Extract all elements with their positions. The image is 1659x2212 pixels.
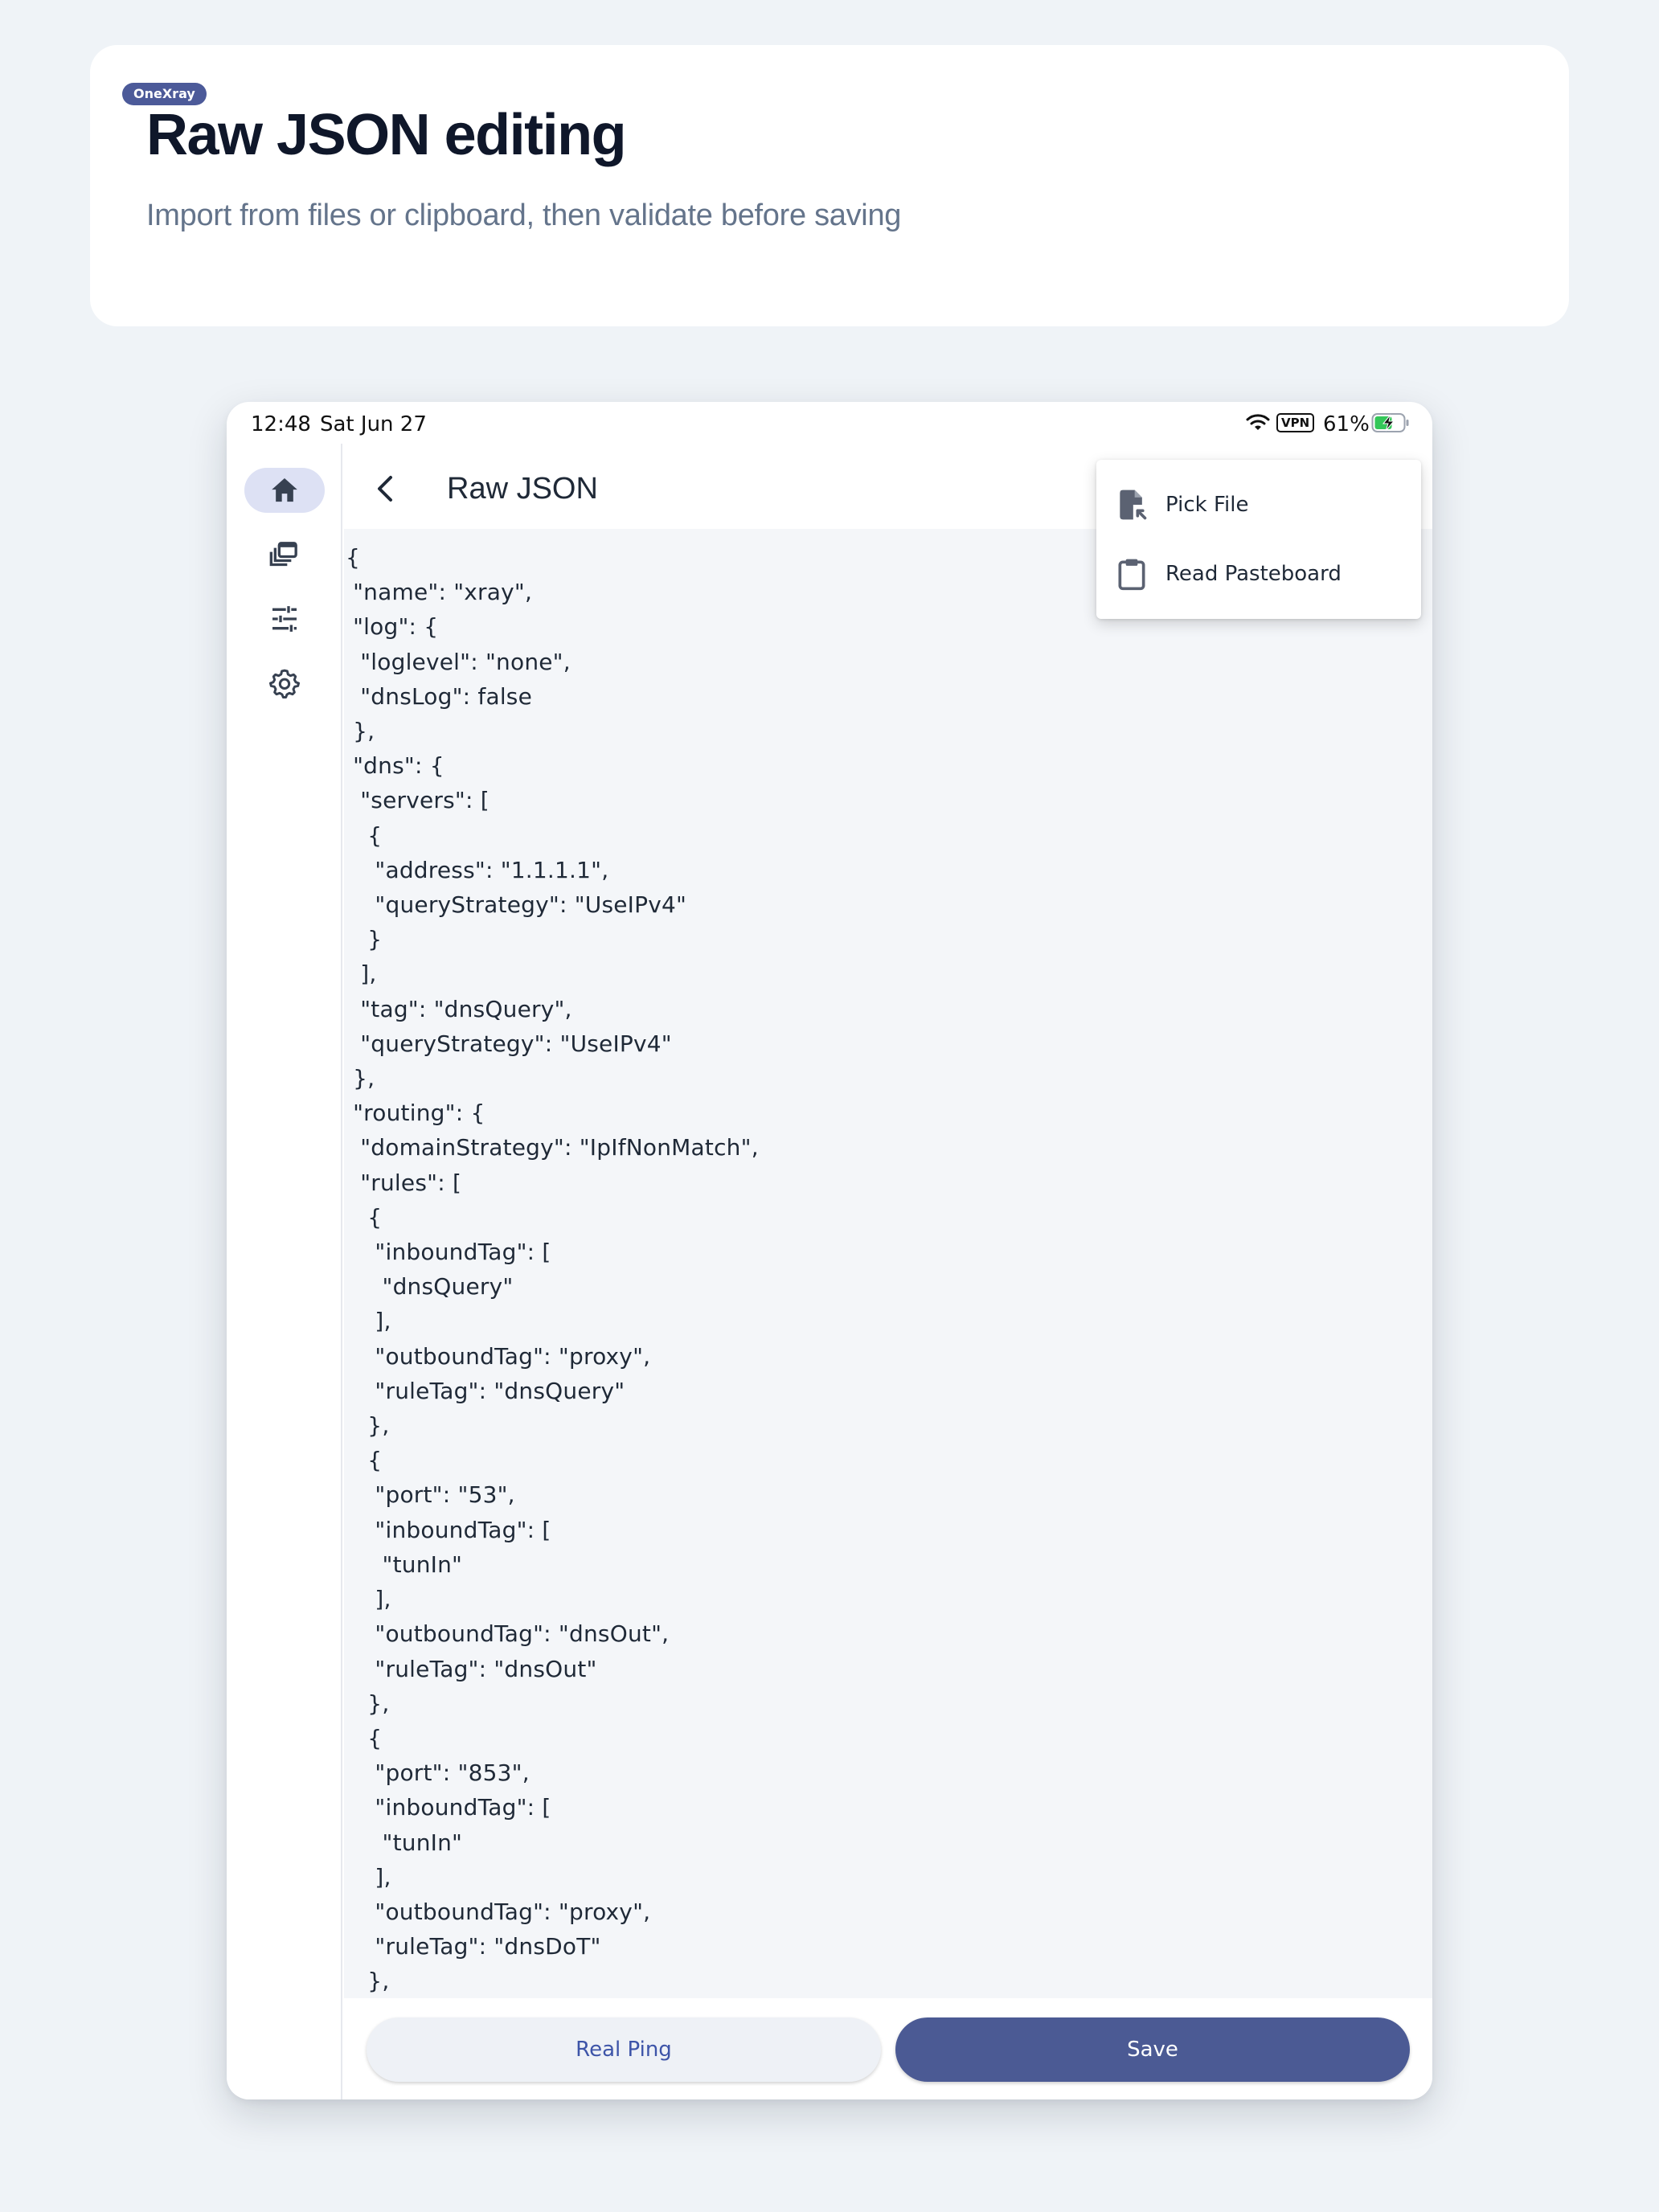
menu-item-read-pasteboard[interactable]: Read Pasteboard <box>1096 539 1421 608</box>
menu-item-label: Read Pasteboard <box>1165 562 1342 586</box>
rail-item-tune[interactable] <box>244 596 325 641</box>
page-title: Raw JSON editing <box>146 103 627 167</box>
bottom-action-bar: Real Ping Save <box>344 1998 1432 2099</box>
vpn-badge: VPN <box>1276 413 1315 432</box>
save-button[interactable]: Save <box>895 2017 1410 2082</box>
nav-rail <box>227 444 342 2099</box>
screen-title: Raw JSON <box>447 472 598 506</box>
status-time: 12:48 <box>251 412 311 436</box>
json-editor-content[interactable]: { "name": "xray", "log": { "loglevel": "… <box>346 540 759 1998</box>
rail-item-configs[interactable] <box>244 532 325 577</box>
import-menu: Pick File Read Pasteboard <box>1096 460 1421 619</box>
wifi-icon <box>1246 414 1270 430</box>
header-card <box>90 45 1569 326</box>
layers-icon <box>269 542 297 567</box>
device-frame: 12:48 Sat Jun 27 VPN 61% Raw JSON {"nam… <box>227 402 1432 2099</box>
rail-item-settings[interactable] <box>244 661 325 706</box>
real-ping-button[interactable]: Real Ping <box>367 2017 881 2082</box>
file-import-icon <box>1120 490 1147 520</box>
gear-icon <box>269 669 300 698</box>
home-icon <box>272 478 297 502</box>
page-subtitle: Import from files or clipboard, then val… <box>146 199 902 232</box>
menu-item-pick-file[interactable]: Pick File <box>1096 469 1421 539</box>
json-editor[interactable]: { "name": "xray", "log": { "loglevel": "… <box>344 529 1432 1998</box>
menu-item-label: Pick File <box>1165 493 1249 517</box>
battery-percent: 61% <box>1323 412 1370 436</box>
clipboard-icon <box>1118 559 1145 591</box>
status-date: Sat Jun 27 <box>320 412 427 436</box>
back-arrow-icon[interactable] <box>367 469 405 508</box>
sliders-icon <box>272 606 297 632</box>
rail-item-home[interactable] <box>244 468 325 513</box>
battery-charging-icon <box>1371 413 1409 432</box>
